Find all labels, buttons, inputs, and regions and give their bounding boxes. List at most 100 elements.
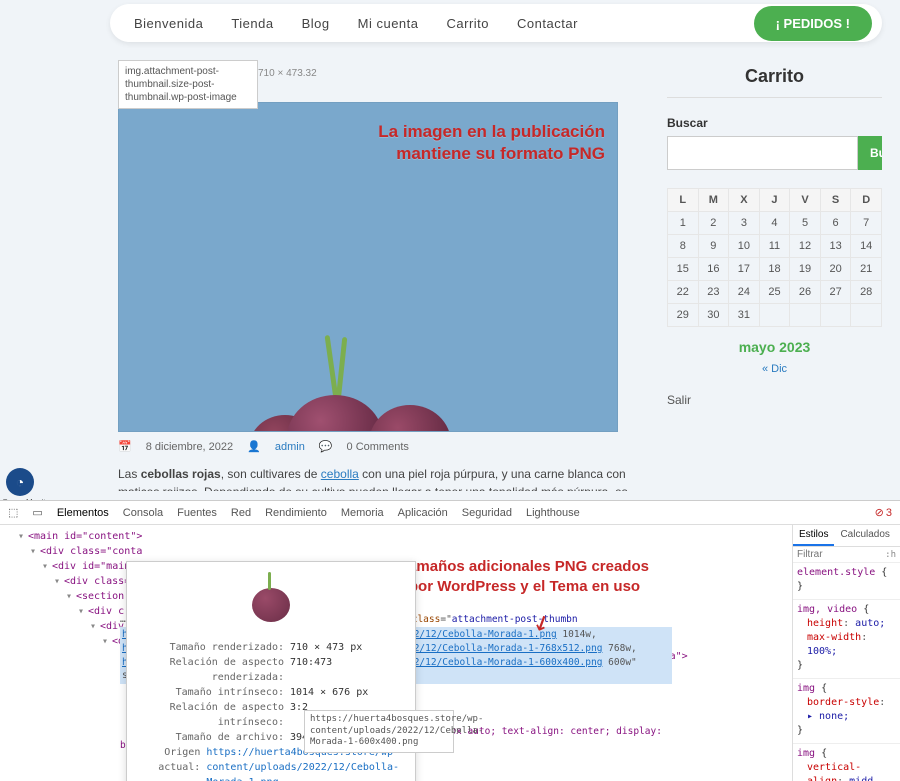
style-rule[interactable]: img, video {height: auto;max-width: 100%… xyxy=(793,600,900,679)
calendar-dow: D xyxy=(851,189,882,212)
hov-toggle[interactable]: :h xyxy=(885,550,896,560)
post-date: 8 diciembre, 2022 xyxy=(146,441,233,453)
devtools-tab[interactable]: Red xyxy=(231,507,251,519)
calendar-day xyxy=(820,304,851,327)
calendar-day[interactable]: 14 xyxy=(851,235,882,258)
devtools-tab[interactable]: Fuentes xyxy=(177,507,217,519)
calendar: LMXJVSD 12345678910111213141516171819202… xyxy=(667,188,882,327)
calendar-day[interactable]: 13 xyxy=(820,235,851,258)
inspect-icon[interactable]: ⬚ xyxy=(8,506,18,519)
post-author-link[interactable]: admin xyxy=(275,441,305,453)
user-icon: 👤 xyxy=(247,440,261,453)
nav-menu: Bienvenida Tienda Blog Mi cuenta Carrito… xyxy=(120,10,592,37)
calendar-dow: S xyxy=(820,189,851,212)
calendar-day[interactable]: 1 xyxy=(668,212,699,235)
post-comments: 0 Comments xyxy=(347,441,409,453)
url-tooltip: https://huerta4bosques.store/wp-content/… xyxy=(304,710,454,753)
calendar-day[interactable]: 21 xyxy=(851,258,882,281)
calendar-dow: L xyxy=(668,189,699,212)
nav-item[interactable]: Contactar xyxy=(503,10,592,37)
calendar-day[interactable]: 19 xyxy=(790,258,821,281)
logout-link[interactable]: Salir xyxy=(667,393,882,407)
styles-filter-input[interactable] xyxy=(797,549,847,560)
orders-button[interactable]: ¡ PEDIDOS ! xyxy=(754,6,872,41)
devtools-tab[interactable]: Consola xyxy=(123,507,163,519)
calendar-day[interactable]: 22 xyxy=(668,281,699,304)
calendar-day[interactable]: 24 xyxy=(729,281,760,304)
comment-icon: 💬 xyxy=(319,440,333,453)
calendar-day[interactable]: 6 xyxy=(820,212,851,235)
calendar-icon: 📅 xyxy=(118,440,132,453)
calendar-day[interactable]: 25 xyxy=(759,281,790,304)
styles-tab[interactable]: Estilos xyxy=(793,525,834,546)
calendar-day[interactable]: 26 xyxy=(790,281,821,304)
calendar-day[interactable]: 12 xyxy=(790,235,821,258)
hover-thumbnail xyxy=(135,570,407,640)
calendar-day[interactable]: 11 xyxy=(759,235,790,258)
nav-item[interactable]: Blog xyxy=(288,10,344,37)
styles-panel: Estilos Calculados Di :h element.style {… xyxy=(792,525,900,781)
calendar-day[interactable]: 5 xyxy=(790,212,821,235)
devtools-tab[interactable]: Seguridad xyxy=(462,507,512,519)
nav-item[interactable]: Tienda xyxy=(217,10,287,37)
devtools-tab[interactable]: Memoria xyxy=(341,507,384,519)
calendar-day[interactable]: 17 xyxy=(729,258,760,281)
device-icon[interactable]: ▭ xyxy=(32,506,42,519)
calendar-day[interactable]: 30 xyxy=(698,304,729,327)
devtools-panel: ⬚ ▭ Elementos Consola Fuentes Red Rendim… xyxy=(0,500,900,781)
sidebar: Carrito Buscar Buscar LMXJVSD 1234567891… xyxy=(667,60,882,491)
calendar-day xyxy=(790,304,821,327)
calendar-day[interactable]: 9 xyxy=(698,235,729,258)
calendar-dow: V xyxy=(790,189,821,212)
calendar-day xyxy=(759,304,790,327)
calendar-day[interactable]: 7 xyxy=(851,212,882,235)
nav-item[interactable]: Carrito xyxy=(433,10,504,37)
calendar-day[interactable]: 31 xyxy=(729,304,760,327)
query-monitor-icon[interactable]: ◔ xyxy=(6,468,34,496)
devtools-tab[interactable]: Rendimiento xyxy=(265,507,327,519)
calendar-day[interactable]: 3 xyxy=(729,212,760,235)
search-input[interactable] xyxy=(667,136,858,170)
calendar-day[interactable]: 16 xyxy=(698,258,729,281)
calendar-day[interactable]: 20 xyxy=(820,258,851,281)
calendar-day[interactable]: 4 xyxy=(759,212,790,235)
post-excerpt: Las cebollas rojas, son cultivares de ce… xyxy=(118,465,637,491)
main-column: img.attachment-post-thumbnail.size-post-… xyxy=(118,60,637,491)
calendar-day[interactable]: 2 xyxy=(698,212,729,235)
inspect-tooltip: img.attachment-post-thumbnail.size-post-… xyxy=(118,60,258,109)
calendar-day[interactable]: 15 xyxy=(668,258,699,281)
calendar-day[interactable]: 23 xyxy=(698,281,729,304)
calendar-prev-link[interactable]: « Dic xyxy=(667,363,882,375)
styles-tab[interactable]: Di xyxy=(896,525,900,546)
calendar-day[interactable]: 28 xyxy=(851,281,882,304)
calendar-day[interactable]: 29 xyxy=(668,304,699,327)
search-label: Buscar xyxy=(667,116,882,130)
top-navbar: Bienvenida Tienda Blog Mi cuenta Carrito… xyxy=(110,4,882,42)
calendar-day xyxy=(851,304,882,327)
calendar-month: mayo 2023 xyxy=(667,339,882,355)
devtools-tab[interactable]: Aplicación xyxy=(398,507,448,519)
excerpt-link[interactable]: cebolla xyxy=(321,467,359,481)
annotation-overlay: La imagen en la publicación mantiene su … xyxy=(378,121,605,165)
style-rule[interactable]: img {border-style: ▸ none;} xyxy=(793,679,900,744)
devtools-tab[interactable]: Elementos xyxy=(57,507,109,519)
devtools-tab[interactable]: Lighthouse xyxy=(526,507,580,519)
nav-item[interactable]: Mi cuenta xyxy=(344,10,433,37)
search-button[interactable]: Buscar xyxy=(858,136,882,170)
post-meta: 📅 8 diciembre, 2022 👤 admin 💬 0 Comments xyxy=(118,440,637,453)
calendar-dow: X xyxy=(729,189,760,212)
sidebar-title: Carrito xyxy=(667,60,882,98)
calendar-day[interactable]: 10 xyxy=(729,235,760,258)
calendar-day[interactable]: 27 xyxy=(820,281,851,304)
nav-item[interactable]: Bienvenida xyxy=(120,10,217,37)
error-badge[interactable]: ⊘ 3 xyxy=(875,506,892,519)
devtools-tabs: ⬚ ▭ Elementos Consola Fuentes Red Rendim… xyxy=(0,501,900,525)
inspect-tooltip-dim: 710 × 473.32 xyxy=(258,68,317,79)
post-thumbnail[interactable]: La imagen en la publicación mantiene su … xyxy=(118,102,618,432)
elements-tree[interactable]: ▾<main id="content"> ▾<div class="conta … xyxy=(0,525,792,781)
styles-tab[interactable]: Calculados xyxy=(834,525,895,546)
calendar-day[interactable]: 18 xyxy=(759,258,790,281)
style-rule[interactable]: img {vertical-align: midd} xyxy=(793,744,900,781)
style-rule[interactable]: element.style {} xyxy=(793,563,900,600)
calendar-day[interactable]: 8 xyxy=(668,235,699,258)
